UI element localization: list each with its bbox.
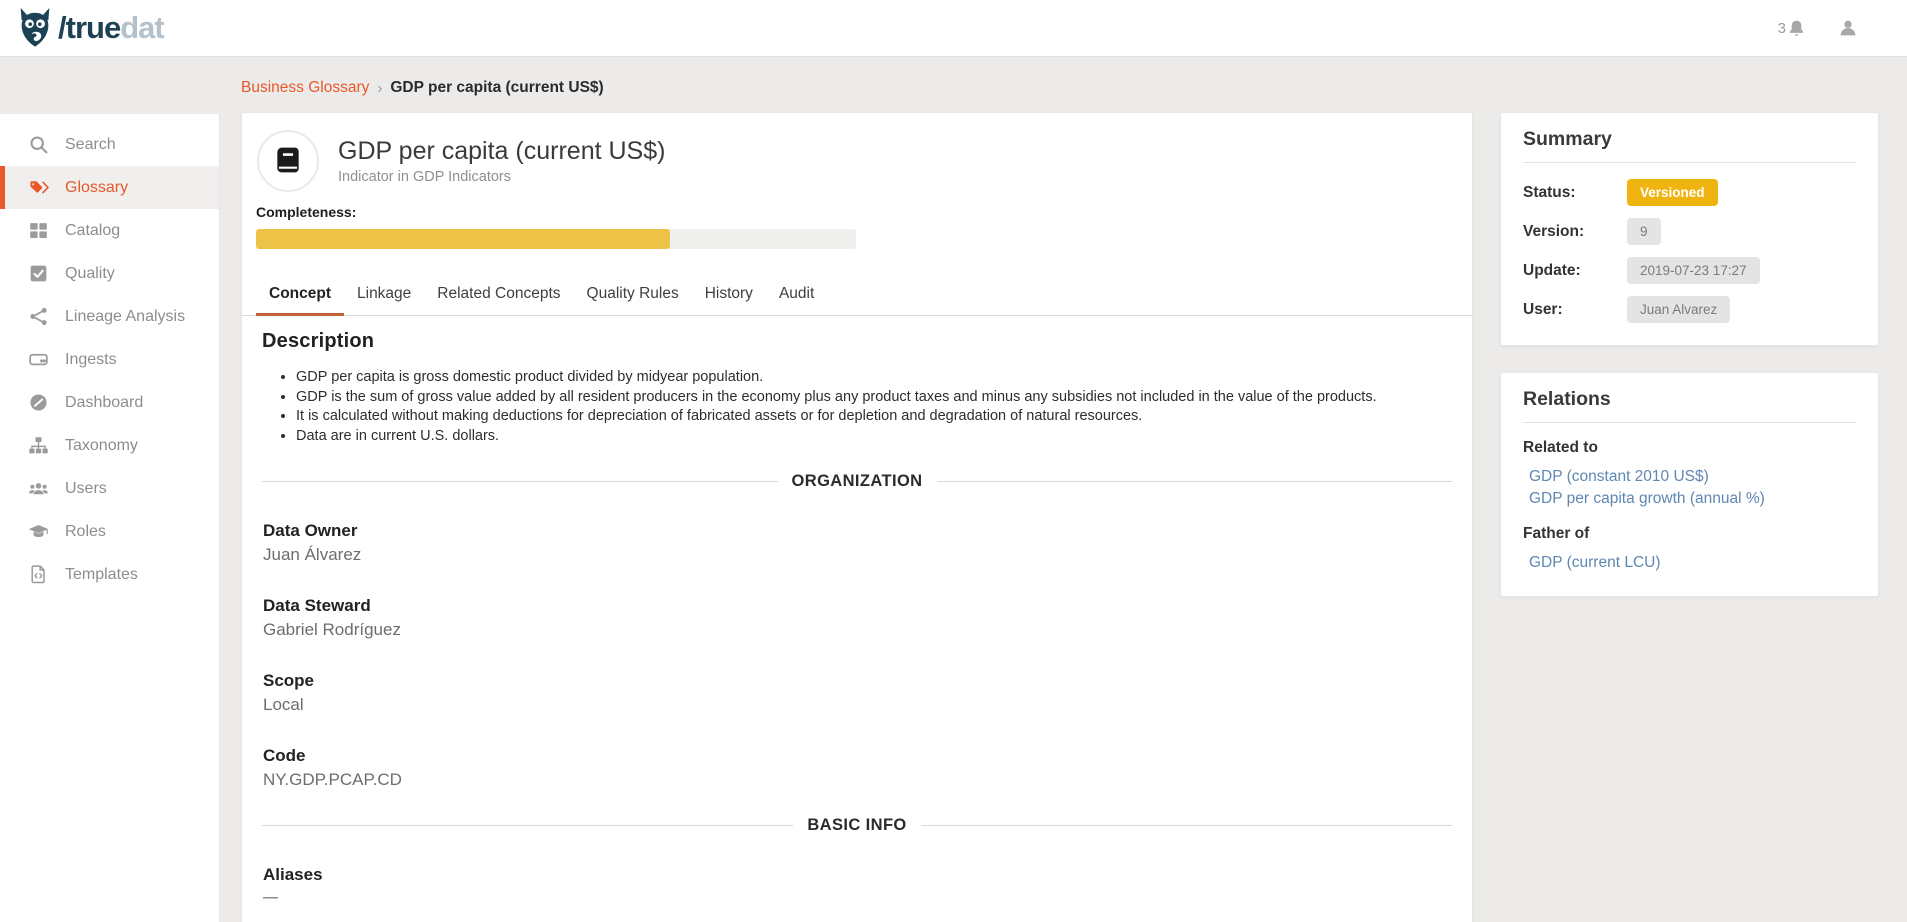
user-icon (1837, 17, 1859, 39)
description-bullet: Data are in current U.S. dollars. (296, 427, 1452, 447)
update-badge: 2019-07-23 17:27 (1627, 257, 1760, 284)
breadcrumb-business-glossary[interactable]: Business Glossary (241, 79, 369, 97)
concept-card: GDP per capita (current US$) Indicator i… (241, 112, 1473, 922)
completeness-bar (256, 229, 856, 249)
version-badge: 9 (1627, 218, 1661, 245)
sidebar-item-dashboard[interactable]: Dashboard (0, 381, 219, 424)
file-code-icon (28, 564, 49, 585)
completeness-bar-fill (256, 229, 670, 249)
tab-history[interactable]: History (692, 274, 766, 316)
server-icon (28, 349, 49, 370)
book-icon (272, 145, 304, 177)
summary-row-status: Status: Versioned (1523, 179, 1856, 206)
user-badge: Juan Alvarez (1627, 296, 1730, 323)
field-aliases: Aliases — (262, 865, 1452, 906)
description-heading: Description (262, 330, 1452, 353)
breadcrumb-separator-icon: › (377, 80, 382, 97)
relations-group-father-of: Father of (1523, 525, 1856, 543)
notification-count: 3 (1778, 20, 1786, 37)
field-scope: Scope Local (262, 671, 1452, 715)
section-divider-basic-info: BASIC INFO (262, 816, 1452, 835)
description-bullet: GDP is the sum of gross value added by a… (296, 388, 1452, 408)
relation-link[interactable]: GDP per capita growth (annual %) (1529, 488, 1856, 510)
summary-row-user: User: Juan Alvarez (1523, 296, 1856, 323)
description-list: GDP per capita is gross domestic product… (262, 368, 1452, 446)
field-data-steward: Data Steward Gabriel Rodríguez (262, 596, 1452, 640)
share-icon (28, 306, 49, 327)
sidebar-item-lineage-analysis[interactable]: Lineage Analysis (0, 295, 219, 338)
summary-row-update: Update: 2019-07-23 17:27 (1523, 257, 1856, 284)
summary-title: Summary (1523, 128, 1856, 163)
gauge-icon (28, 392, 49, 413)
tab-audit[interactable]: Audit (766, 274, 827, 316)
relations-panel: Relations Related to GDP (constant 2010 … (1500, 372, 1879, 597)
users-icon (28, 478, 49, 499)
field-code: Code NY.GDP.PCAP.CD (262, 746, 1452, 790)
section-divider-organization: ORGANIZATION (262, 472, 1452, 491)
summary-panel: Summary Status: Versioned Version: 9 Upd… (1500, 112, 1879, 346)
bell-icon (1786, 18, 1807, 39)
right-column: Summary Status: Versioned Version: 9 Upd… (1500, 112, 1879, 597)
sidebar: Search Glossary Catalog Quality Lineage … (0, 114, 220, 922)
sidebar-item-ingests[interactable]: Ingests (0, 338, 219, 381)
sitemap-icon (28, 435, 49, 456)
graduation-cap-icon (28, 521, 49, 542)
tab-related-concepts[interactable]: Related Concepts (424, 274, 573, 316)
status-badge: Versioned (1627, 179, 1718, 206)
summary-row-version: Version: 9 (1523, 218, 1856, 245)
concept-subtitle: Indicator in GDP Indicators (338, 169, 665, 185)
top-header: /truedat 3 (0, 0, 1907, 57)
description-bullet: It is calculated without making deductio… (296, 407, 1452, 427)
relation-link[interactable]: GDP (current LCU) (1529, 552, 1856, 574)
sidebar-item-taxonomy[interactable]: Taxonomy (0, 424, 219, 467)
tab-concept[interactable]: Concept (256, 274, 344, 316)
relations-title: Relations (1523, 388, 1856, 423)
grid-icon (28, 220, 49, 241)
completeness-section: Completeness: (242, 200, 1472, 249)
concept-avatar (257, 130, 319, 192)
concept-header: GDP per capita (current US$) Indicator i… (242, 113, 1472, 200)
page-title: GDP per capita (current US$) (338, 137, 665, 166)
sidebar-item-search[interactable]: Search (0, 123, 219, 166)
truedat-logo[interactable]: /truedat (0, 7, 164, 49)
notifications-button[interactable]: 3 (1778, 18, 1807, 39)
relation-link[interactable]: GDP (constant 2010 US$) (1529, 466, 1856, 488)
tab-linkage[interactable]: Linkage (344, 274, 424, 316)
completeness-label: Completeness: (256, 204, 1458, 220)
brand-wordmark: /truedat (58, 10, 164, 46)
tab-quality-rules[interactable]: Quality Rules (574, 274, 692, 316)
sidebar-item-catalog[interactable]: Catalog (0, 209, 219, 252)
breadcrumb: Business Glossary › GDP per capita (curr… (241, 79, 1879, 97)
relations-group-related-to: Related to (1523, 439, 1856, 457)
breadcrumb-current: GDP per capita (current US$) (390, 79, 603, 97)
tag-icon (28, 177, 49, 198)
sidebar-item-templates[interactable]: Templates (0, 553, 219, 596)
search-icon (28, 134, 49, 155)
owl-logo-icon (14, 7, 56, 49)
description-bullet: GDP per capita is gross domestic product… (296, 368, 1452, 388)
sidebar-item-users[interactable]: Users (0, 467, 219, 510)
check-square-icon (28, 263, 49, 284)
sidebar-item-roles[interactable]: Roles (0, 510, 219, 553)
sidebar-item-quality[interactable]: Quality (0, 252, 219, 295)
sidebar-item-glossary[interactable]: Glossary (0, 166, 219, 209)
user-menu-button[interactable] (1837, 17, 1859, 39)
field-data-owner: Data Owner Juan Álvarez (262, 521, 1452, 565)
concept-tabs: Concept Linkage Related Concepts Quality… (242, 274, 1472, 316)
